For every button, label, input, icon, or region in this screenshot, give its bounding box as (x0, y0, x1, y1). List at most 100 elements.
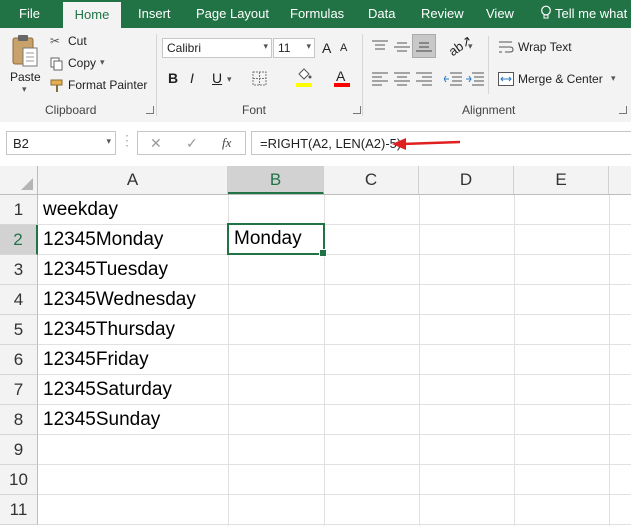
enter-icon[interactable]: ✓ (186, 135, 198, 152)
worksheet-grid[interactable]: 1 2 3 4 5 6 7 8 9 10 11 weekday 12345Mon… (0, 195, 631, 526)
wrap-text-label: Wrap Text (518, 40, 572, 54)
font-color-button[interactable]: A (334, 68, 362, 90)
grow-font-button[interactable]: A (322, 40, 331, 56)
tab-view[interactable]: View (486, 0, 514, 28)
row-header-4[interactable]: 4 (0, 285, 38, 315)
row-header-2[interactable]: 2 (0, 225, 38, 255)
cell-a4[interactable]: 12345Wednesday (39, 285, 228, 315)
column-header-c[interactable]: C (324, 166, 419, 194)
column-headers: A B C D E (0, 166, 631, 195)
font-name-select[interactable]: Calibri ▾ (162, 38, 272, 58)
chevron-down-icon: ▾ (306, 41, 311, 51)
tab-insert[interactable]: Insert (138, 0, 171, 28)
name-box[interactable]: B2 ▾ (6, 131, 116, 155)
active-cell-b2[interactable]: Monday (227, 223, 327, 257)
insert-function-button[interactable]: fx (222, 135, 231, 151)
clipboard-launcher-icon[interactable] (146, 106, 154, 114)
cell-a8[interactable]: 12345Sunday (39, 405, 228, 435)
underline-button[interactable]: U (212, 70, 222, 86)
copy-label: Copy (68, 56, 97, 70)
font-size-select[interactable]: 11 ▾ (273, 38, 315, 58)
gridline (419, 195, 420, 526)
alignment-group-label: Alignment (462, 103, 516, 117)
ribbon-home: Paste ▾ ✂ Cut Copy ▾ Format Painter Clip… (0, 28, 631, 123)
cell-a7[interactable]: 12345Saturday (39, 375, 228, 405)
column-header-a[interactable]: A (38, 166, 228, 194)
font-color-swatch (334, 83, 350, 87)
tab-data[interactable]: Data (368, 0, 395, 28)
align-left-icon[interactable] (372, 72, 388, 86)
cell-a5[interactable]: 12345Thursday (39, 315, 228, 345)
chevron-down-icon: ▾ (263, 41, 268, 51)
align-middle-icon[interactable] (394, 40, 410, 54)
font-launcher-icon[interactable] (353, 106, 361, 114)
copy-icon (50, 57, 63, 71)
fill-color-swatch (296, 83, 312, 87)
cell-a2[interactable]: 12345Monday (39, 225, 228, 255)
tell-me-search[interactable]: Tell me what y (540, 0, 631, 49)
merge-center-button[interactable]: Merge & Center ▾ (498, 70, 626, 90)
tab-page-layout[interactable]: Page Layout (196, 0, 269, 28)
scissors-icon: ✂ (50, 34, 61, 48)
align-right-icon[interactable] (416, 72, 432, 86)
annotation-arrow (392, 138, 461, 150)
tab-review[interactable]: Review (421, 0, 464, 28)
cell-a1[interactable]: weekday (39, 195, 228, 225)
borders-button[interactable] (252, 71, 280, 89)
align-center-icon[interactable] (394, 72, 410, 86)
select-all-button[interactable] (0, 166, 38, 194)
more-options-icon: ⋮ (120, 132, 134, 148)
gridline (609, 195, 610, 526)
copy-button[interactable]: Copy ▾ (50, 54, 110, 74)
group-divider (156, 34, 157, 116)
row-header-6[interactable]: 6 (0, 345, 38, 375)
borders-icon (252, 71, 267, 86)
formula-bar: B2 ▾ ⋮ ✕ ✓ fx =RIGHT(A2, LEN(A2)-5) (0, 122, 631, 164)
align-bottom-icon (416, 42, 432, 52)
chevron-down-icon: ▾ (22, 84, 27, 94)
fill-color-button[interactable] (296, 68, 324, 90)
row-header-8[interactable]: 8 (0, 405, 38, 435)
align-top-icon[interactable] (372, 40, 388, 54)
ribbon-tab-bar: File Home Insert Page Layout Formulas Da… (0, 0, 631, 49)
align-bottom-button[interactable] (412, 34, 436, 58)
cell-a3[interactable]: 12345Tuesday (39, 255, 228, 285)
tab-formulas[interactable]: Formulas (290, 0, 344, 28)
cancel-icon[interactable]: ✕ (150, 135, 162, 152)
shrink-font-button[interactable]: A (340, 42, 347, 54)
tab-home[interactable]: Home (63, 2, 121, 28)
increase-indent-icon[interactable] (466, 72, 484, 86)
row-header-5[interactable]: 5 (0, 315, 38, 345)
cell-a6[interactable]: 12345Friday (39, 345, 228, 375)
row-header-3[interactable]: 3 (0, 255, 38, 285)
row-header-10[interactable]: 10 (0, 465, 38, 495)
font-size-value: 11 (278, 41, 291, 55)
merge-center-label: Merge & Center (518, 72, 603, 86)
row-header-7[interactable]: 7 (0, 375, 38, 405)
decrease-indent-icon[interactable] (444, 72, 462, 86)
row-header-11[interactable]: 11 (0, 495, 38, 525)
row-header-1[interactable]: 1 (0, 195, 38, 225)
cut-button[interactable]: ✂ Cut (50, 32, 100, 52)
paste-icon (12, 35, 38, 67)
column-header-b[interactable]: B (228, 166, 324, 194)
format-painter-label: Format Painter (68, 78, 148, 92)
alignment-launcher-icon[interactable] (619, 106, 627, 114)
chevron-down-icon: ▾ (227, 74, 232, 84)
cell-b2-value: Monday (234, 228, 302, 249)
italic-button[interactable]: I (190, 70, 194, 86)
chevron-down-icon: ▾ (611, 73, 616, 83)
tab-file[interactable]: File (19, 0, 40, 28)
column-header-e[interactable]: E (514, 166, 609, 194)
paste-button[interactable]: Paste ▾ (6, 32, 44, 96)
bold-button[interactable]: B (168, 70, 178, 86)
gridline (38, 494, 631, 495)
column-header-f[interactable] (609, 166, 631, 194)
column-header-d[interactable]: D (419, 166, 514, 194)
font-color-letter: A (336, 68, 346, 84)
format-painter-button[interactable]: Format Painter (50, 76, 150, 96)
orientation-button[interactable]: ab↗ ▾ (446, 32, 475, 59)
fill-handle[interactable] (319, 249, 327, 257)
wrap-text-button[interactable]: Wrap Text (498, 38, 588, 58)
row-header-9[interactable]: 9 (0, 435, 38, 465)
